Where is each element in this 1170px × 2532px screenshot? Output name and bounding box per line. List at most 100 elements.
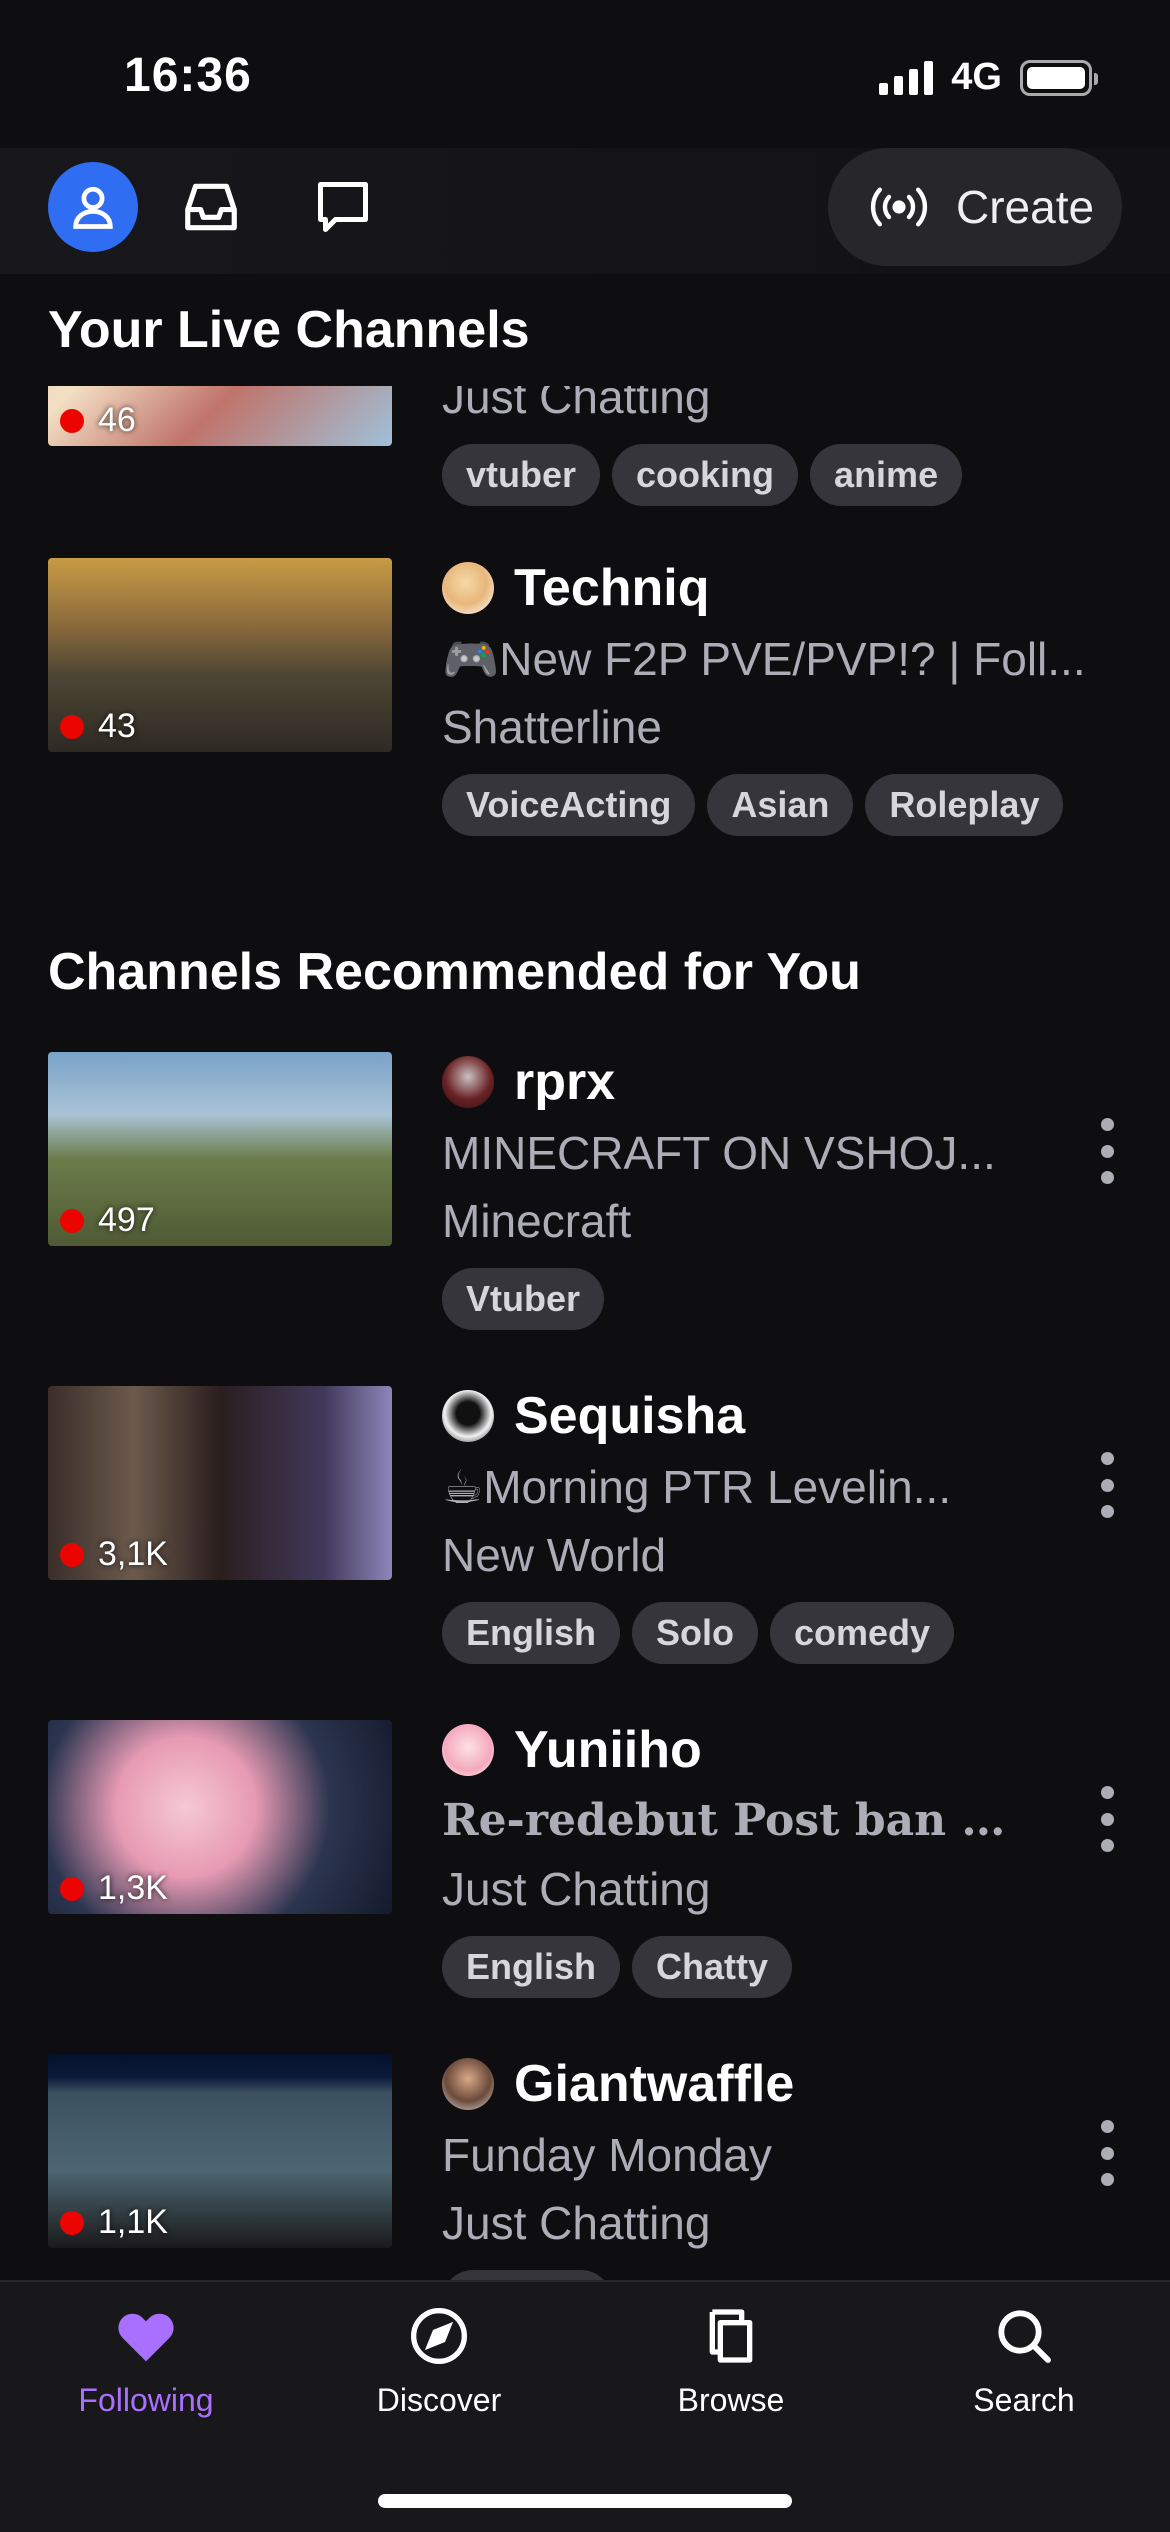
channel-game[interactable]: New World — [442, 1526, 1032, 1584]
channel-name[interactable]: Sequisha — [514, 1386, 745, 1446]
stream-thumbnail[interactable]: 3,1K — [48, 1386, 392, 1580]
tag[interactable]: English — [442, 1936, 621, 1998]
channel-game[interactable]: Just Chatting — [442, 1860, 1032, 1918]
channel-name[interactable]: Techniq — [514, 558, 709, 618]
live-indicator — [60, 1208, 84, 1233]
tab-following[interactable]: Following — [36, 2304, 256, 2419]
tag-list: English Solo comedy — [442, 1602, 1032, 1664]
tag[interactable]: comedy — [770, 1602, 955, 1664]
status-indicators: 4G — [879, 56, 1098, 99]
tag[interactable]: VoiceActing — [442, 774, 696, 836]
live-channel-card[interactable]: 46 Just Chatting vtuber cooking anime — [0, 386, 1170, 516]
create-label: Create — [956, 181, 1095, 233]
tag[interactable]: Chatty — [632, 1936, 793, 1998]
broadcast-icon — [870, 187, 928, 227]
battery-icon — [1020, 59, 1098, 96]
viewer-count: 1,3K — [60, 1869, 168, 1908]
stream-title[interactable]: MINECRAFT ON VSHOJ... — [442, 1124, 1032, 1182]
tag[interactable]: Solo — [632, 1602, 759, 1664]
stream-thumbnail[interactable]: 43 — [48, 558, 392, 752]
profile-button[interactable] — [48, 162, 138, 252]
channel-game[interactable]: Just Chatting — [442, 386, 1122, 426]
status-bar: 16:36 4G — [0, 0, 1170, 150]
stream-thumbnail[interactable]: 497 — [48, 1052, 392, 1246]
viewer-count: 43 — [60, 707, 136, 746]
tab-label: Search — [973, 2382, 1075, 2418]
bottom-nav: Following Discover Browse Search — [0, 2280, 1170, 2532]
viewer-count: 497 — [60, 1201, 155, 1240]
recommended-channel-card[interactable]: 3,1K Sequisha ☕Morning PTR Levelin... Ne… — [0, 1386, 1170, 1686]
whispers-button[interactable] — [312, 176, 374, 238]
tag[interactable]: Asian — [707, 774, 854, 836]
tab-discover[interactable]: Discover — [329, 2304, 549, 2419]
live-channel-card[interactable]: 43 Techniq 🎮New F2P PVE/PVP!? | Foll... … — [0, 558, 1170, 858]
channel-avatar[interactable] — [442, 562, 494, 614]
tag-list: VoiceActing Asian Roleplay — [442, 774, 1122, 836]
tag[interactable]: anime — [810, 444, 963, 506]
channel-avatar[interactable] — [442, 1390, 494, 1442]
inbox-button[interactable] — [180, 176, 242, 238]
live-channels-heading: Your Live Channels — [48, 301, 530, 359]
viewer-count: 46 — [60, 401, 136, 440]
channel-name[interactable]: Giantwaffle — [514, 2054, 794, 2114]
tag[interactable]: Vtuber — [442, 1268, 605, 1330]
viewer-count: 3,1K — [60, 1535, 168, 1574]
user-icon — [73, 186, 113, 229]
viewer-count: 1,1K — [60, 2203, 168, 2242]
tag[interactable]: Roleplay — [865, 774, 1064, 836]
stream-thumbnail[interactable]: 46 — [48, 386, 392, 446]
recommended-channel-card[interactable]: 1,3K Yuniiho Re-redebut Post ban Stre...… — [0, 1720, 1170, 2020]
more-options-button[interactable] — [1092, 2120, 1122, 2186]
tag[interactable]: vtuber — [442, 444, 601, 506]
network-type: 4G — [951, 56, 1002, 98]
tag-list: vtuber cooking anime — [442, 444, 1122, 506]
tag[interactable] — [442, 2270, 612, 2280]
stream-thumbnail[interactable]: 1,3K — [48, 1720, 392, 1914]
channel-avatar[interactable] — [442, 1056, 494, 1108]
live-indicator — [60, 714, 84, 739]
more-options-button[interactable] — [1092, 1786, 1122, 1852]
inbox-icon — [185, 183, 237, 231]
stream-title[interactable]: Re-redebut Post ban Stre... — [442, 1792, 1032, 1850]
channel-avatar[interactable] — [442, 2058, 494, 2110]
stream-title[interactable]: ☕Morning PTR Levelin... — [442, 1458, 1032, 1516]
channel-game[interactable]: Shatterline — [442, 698, 1122, 756]
home-indicator — [378, 2494, 792, 2508]
channel-game[interactable]: Just Chatting — [442, 2194, 1032, 2252]
tag-list: Vtuber — [442, 1268, 1032, 1330]
tab-label: Discover — [376, 2382, 502, 2418]
tab-label: Following — [78, 2382, 214, 2418]
browse-icon — [709, 2309, 753, 2363]
compass-icon — [411, 2308, 467, 2364]
more-options-button[interactable] — [1092, 1452, 1122, 1518]
channel-avatar[interactable] — [442, 1724, 494, 1776]
stream-title[interactable]: Funday Monday — [442, 2126, 1032, 2184]
channel-name[interactable]: Yuniiho — [514, 1720, 702, 1780]
recommended-channel-card[interactable]: 1,1K Giantwaffle Funday Monday Just Chat… — [0, 2054, 1170, 2280]
tab-label: Browse — [677, 2382, 785, 2418]
recommended-heading: Channels Recommended for You — [48, 943, 861, 1001]
tab-search[interactable]: Search — [914, 2304, 1134, 2419]
live-indicator — [60, 1542, 84, 1567]
live-indicator — [60, 2210, 84, 2235]
stream-title[interactable]: 🎮New F2P PVE/PVP!? | Foll... — [442, 630, 1122, 688]
signal-icon — [879, 60, 934, 95]
live-indicator — [60, 408, 84, 433]
search-icon — [998, 2310, 1051, 2363]
channel-name[interactable]: rprx — [514, 1052, 615, 1112]
tag[interactable]: cooking — [612, 444, 799, 506]
tag-list — [442, 2270, 1032, 2280]
recommended-channel-card[interactable]: 497 rprx MINECRAFT ON VSHOJ... Minecraft… — [0, 1052, 1170, 1352]
create-button[interactable]: Create — [828, 148, 1122, 266]
heart-icon — [118, 2313, 174, 2362]
channel-game[interactable]: Minecraft — [442, 1192, 1032, 1250]
top-nav: Create — [0, 148, 1170, 274]
tab-browse[interactable]: Browse — [621, 2304, 841, 2419]
live-indicator — [60, 1876, 84, 1901]
tag-list: English Chatty — [442, 1936, 1032, 1998]
status-time: 16:36 — [124, 49, 252, 102]
stream-thumbnail[interactable]: 1,1K — [48, 2054, 392, 2248]
chat-bubble-icon — [318, 182, 368, 232]
tag[interactable]: English — [442, 1602, 621, 1664]
more-options-button[interactable] — [1092, 1118, 1122, 1184]
